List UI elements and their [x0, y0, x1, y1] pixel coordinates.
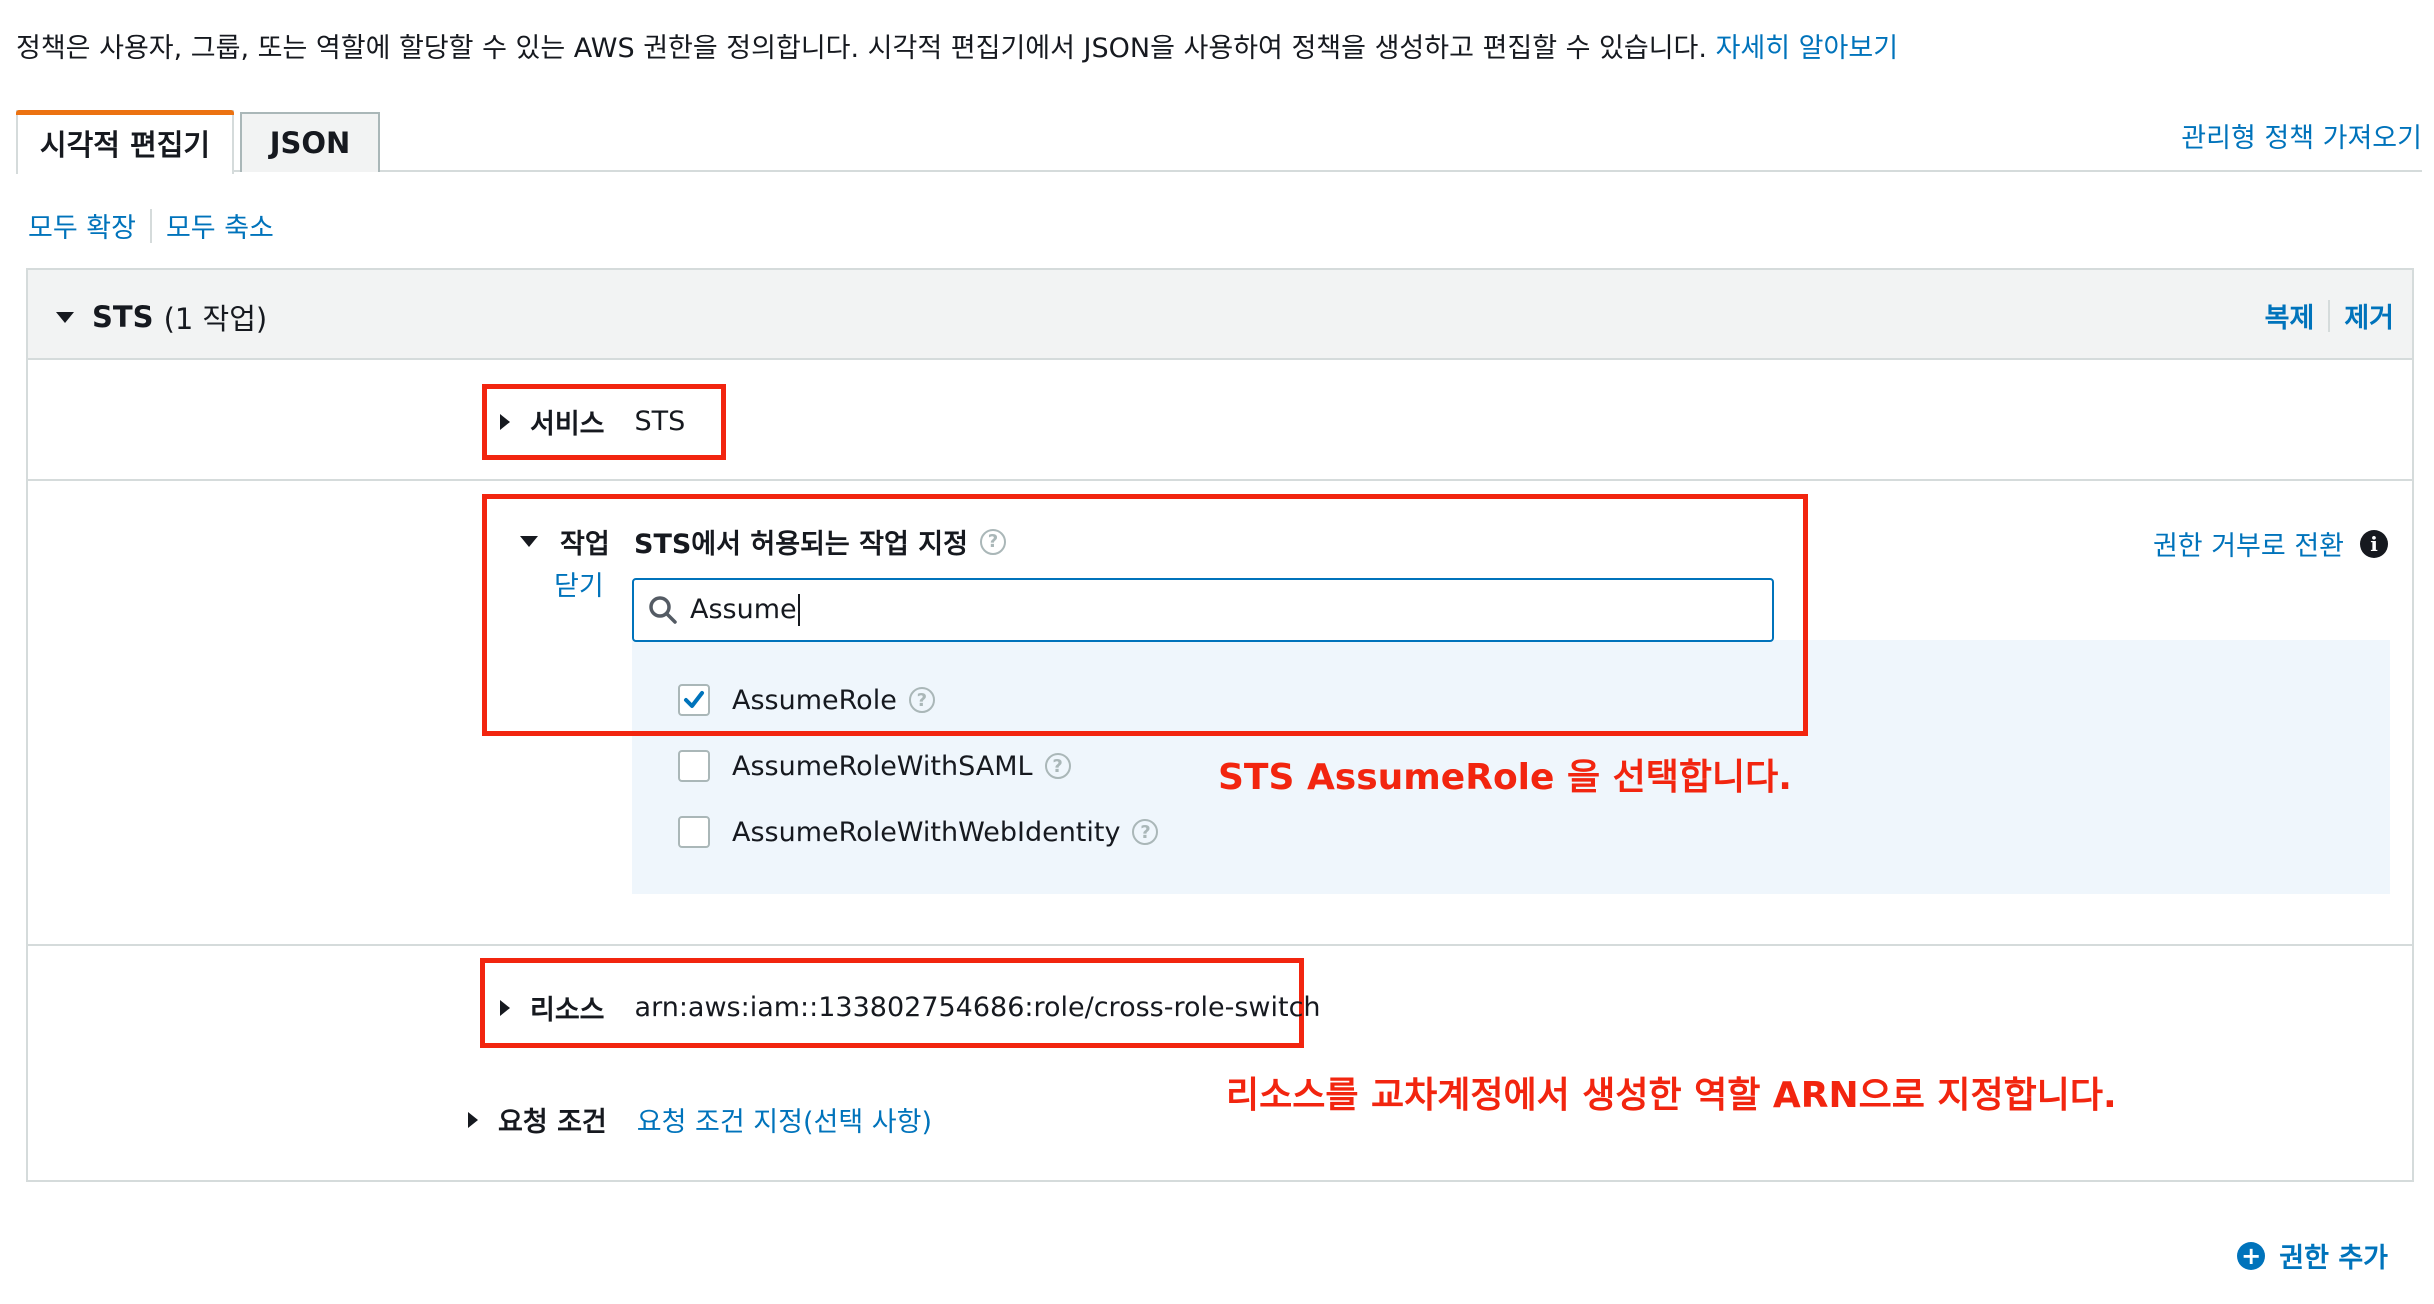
service-row[interactable]: 서비스 STS — [500, 402, 685, 441]
plus-circle-icon: + — [2237, 1241, 2266, 1270]
learn-more-link[interactable]: 자세히 알아보기 — [1716, 33, 1898, 64]
conditions-link[interactable]: 요청 조건 지정(선택 사항) — [637, 1100, 932, 1139]
checkbox-unchecked[interactable] — [678, 816, 710, 848]
conditions-row[interactable]: 요청 조건 요청 조건 지정(선택 사항) — [468, 1100, 932, 1139]
statement-title[interactable]: STS (1 작업) — [56, 296, 267, 338]
switch-to-deny: 권한 거부로 전환 i — [2153, 524, 2388, 563]
actions-label: 작업 — [560, 529, 610, 560]
help-icon[interactable]: ? — [1044, 753, 1071, 779]
help-icon[interactable]: ? — [979, 528, 1006, 555]
service-value: STS — [634, 406, 686, 437]
collapse-all-link[interactable]: 모두 축소 — [166, 206, 274, 245]
caret-right-icon — [500, 413, 510, 430]
statement-actions: 복제 제거 — [2265, 296, 2394, 335]
caret-right-icon — [468, 1111, 478, 1128]
option-assume-role-with-saml[interactable]: AssumeRoleWithSAML ? — [678, 750, 1071, 782]
resources-label: 리소스 — [530, 995, 605, 1026]
resources-row[interactable]: 리소스 arn:aws:iam::133802754686:role/cross… — [500, 988, 1321, 1027]
option-assume-role[interactable]: AssumeRole ? — [678, 684, 935, 716]
info-icon[interactable]: i — [2360, 529, 2388, 558]
caret-down-icon — [520, 536, 538, 547]
switch-to-deny-link[interactable]: 권한 거부로 전환 — [2153, 524, 2344, 563]
actions-heading-text: STS에서 허용되는 작업 지정 — [634, 529, 968, 560]
checkmark-icon — [684, 691, 704, 708]
actions-label-row[interactable]: 작업 — [520, 522, 610, 561]
search-icon — [649, 596, 677, 624]
annotation-assume-role: STS AssumeRole 을 선택합니다. — [1218, 757, 1792, 798]
expand-collapse-row: 모두 확장 모두 축소 — [28, 206, 274, 245]
help-icon[interactable]: ? — [1132, 819, 1159, 845]
option-label: AssumeRoleWithSAML — [732, 750, 1033, 782]
resources-value: arn:aws:iam::133802754686:role/cross-rol… — [634, 992, 1321, 1023]
expand-all-link[interactable]: 모두 확장 — [28, 206, 136, 245]
import-managed-policy-link[interactable]: 관리형 정책 가져오기 — [2181, 116, 2422, 155]
checkbox-checked[interactable] — [678, 684, 710, 716]
add-permissions-label: 권한 추가 — [2279, 1243, 2388, 1274]
service-label: 서비스 — [530, 409, 605, 440]
help-icon[interactable]: ? — [908, 687, 935, 713]
tab-visual-editor[interactable]: 시각적 편집기 — [16, 110, 234, 174]
add-permissions-button[interactable]: + 권한 추가 — [2237, 1236, 2388, 1275]
divider — [2328, 299, 2331, 332]
checkbox-unchecked[interactable] — [678, 750, 710, 782]
clone-button[interactable]: 복제 — [2265, 296, 2315, 335]
option-assume-role-with-web-identity[interactable]: AssumeRoleWithWebIdentity ? — [678, 816, 1159, 848]
row-divider — [28, 479, 2412, 481]
divider — [149, 208, 152, 243]
statement-header[interactable] — [28, 270, 2412, 360]
actions-heading: STS에서 허용되는 작업 지정 ? — [634, 522, 1006, 561]
conditions-label: 요청 조건 — [498, 1107, 607, 1138]
option-label: AssumeRoleWithWebIdentity — [732, 816, 1121, 848]
intro-description: 정책은 사용자, 그룹, 또는 역할에 할당할 수 있는 AWS 권한을 정의합… — [16, 33, 1707, 64]
caret-down-icon — [56, 311, 74, 323]
remove-button[interactable]: 제거 — [2344, 296, 2394, 335]
caret-right-icon — [500, 999, 510, 1016]
annotation-resource: 리소스를 교차계정에서 생성한 역할 ARN으로 지정합니다. — [1226, 1075, 2117, 1116]
tab-json-label: JSON — [269, 126, 351, 160]
tab-visual-editor-label: 시각적 편집기 — [39, 128, 211, 162]
intro-text: 정책은 사용자, 그룹, 또는 역할에 할당할 수 있는 AWS 권한을 정의합… — [16, 32, 1898, 66]
actions-search-input[interactable]: Assume — [632, 578, 1774, 642]
statement-service-name: STS — [92, 300, 154, 334]
statement-count: (1 작업) — [163, 302, 268, 336]
search-value: Assume — [690, 594, 800, 626]
row-divider — [28, 944, 2412, 946]
option-label: AssumeRole — [732, 684, 897, 716]
actions-close-link[interactable]: 닫기 — [554, 564, 604, 603]
tab-json[interactable]: JSON — [240, 112, 380, 172]
